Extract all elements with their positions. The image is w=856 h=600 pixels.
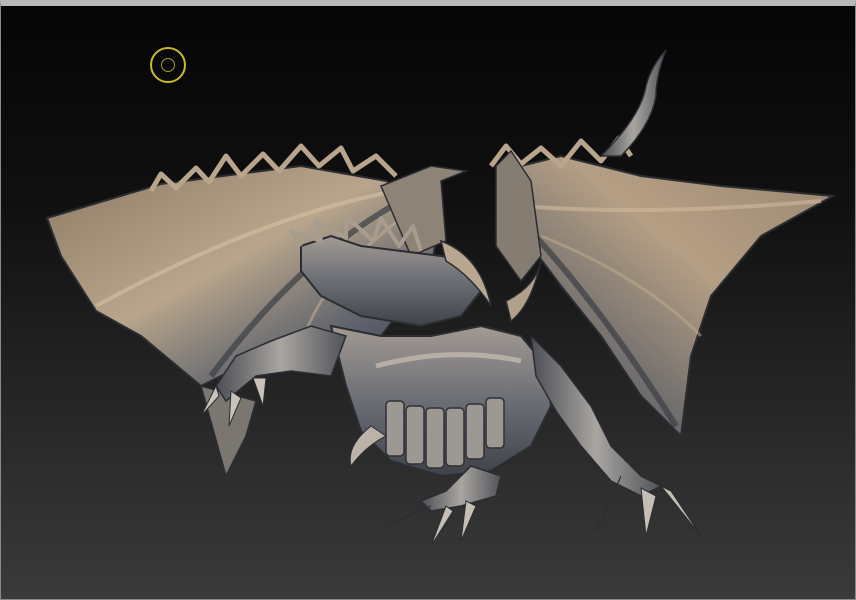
sculpt-viewport[interactable]: [1, 6, 855, 599]
tail: [599, 49, 667, 157]
brush-cursor-inner: [161, 58, 175, 72]
dragon-model[interactable]: [1, 6, 855, 599]
brush-cursor-icon: [150, 47, 186, 83]
app-window: [0, 0, 856, 600]
